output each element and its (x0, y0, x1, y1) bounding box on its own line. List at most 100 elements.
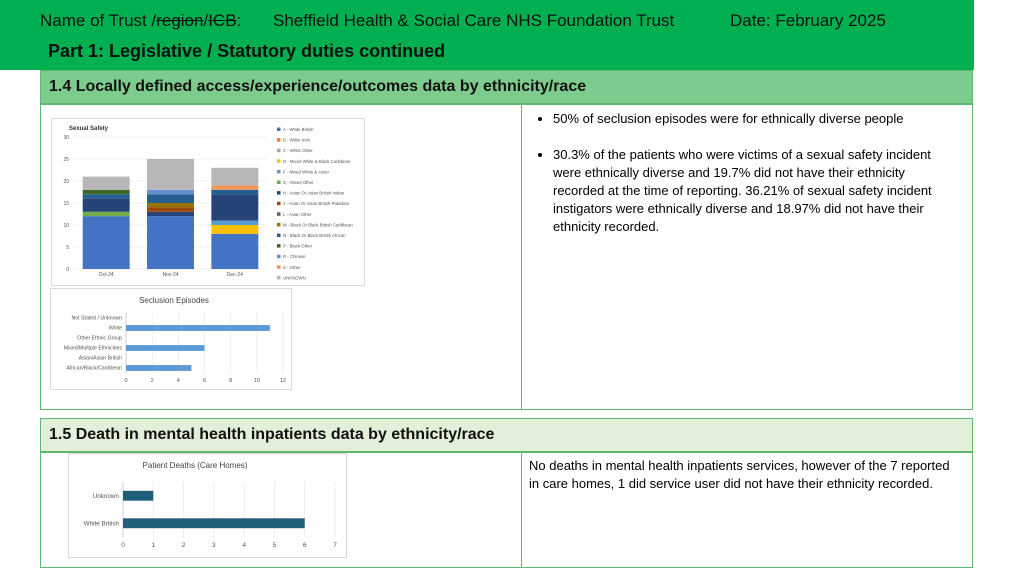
y-tick-label: 0 (66, 267, 69, 273)
organisation-name: Sheffield Health & Social Care NHS Found… (273, 11, 675, 30)
y-tick-label: 15 (63, 201, 69, 207)
x-tick-label: 4 (242, 542, 246, 549)
category-label: White British (84, 520, 120, 527)
bar (123, 490, 154, 501)
y-tick-label: 10 (63, 223, 69, 229)
trust-name-label: Name of Trust /region/ICB: (40, 11, 241, 31)
section-1-4-header: 1.4 Locally defined access/experience/ou… (40, 70, 973, 104)
legend-swatch (277, 180, 281, 184)
stacked-bar-segment (147, 189, 194, 195)
y-tick-label: 25 (63, 157, 69, 163)
stacked-bar-segment (147, 211, 194, 217)
legend-entry: C - White Other (283, 148, 313, 153)
stacked-bar-segment (82, 194, 130, 199)
stacked-bar-segment (211, 185, 259, 190)
legend-swatch (277, 127, 281, 131)
bar (126, 325, 270, 331)
part-title: Part 1: Legislative / Statutory duties c… (48, 41, 446, 61)
x-tick-label: 1 (151, 542, 155, 549)
stacked-bar-segment (82, 211, 130, 217)
stacked-bar-segment (147, 216, 194, 269)
stacked-bar-segment (82, 198, 130, 212)
chart-title: Sexual Safety (69, 126, 109, 132)
section-1-5-header: 1.5 Death in mental health inpatients da… (40, 418, 973, 452)
legend-entry: G - Mixed Other (283, 180, 314, 185)
legend-entry: D - Mixed White & Black Caribbean (283, 159, 351, 164)
stacked-bar-segment (211, 225, 259, 234)
trust-name-colon: : (236, 11, 242, 30)
legend-entry: H - Asian Or Asian British Indian (283, 191, 345, 196)
x-tick-label: 2 (182, 542, 186, 549)
legend-swatch (277, 254, 281, 259)
stacked-bar-segment (211, 167, 259, 186)
legend-swatch (277, 159, 281, 163)
chart-title: Seclusion Episodes (139, 296, 209, 305)
stacked-bar-segment (147, 194, 194, 203)
stacked-bar-segment (82, 176, 130, 190)
stacked-bar-segment (211, 194, 259, 221)
stacked-bar-segment (211, 220, 259, 225)
legend-swatch (277, 222, 281, 227)
legend-swatch (277, 169, 281, 174)
legend-swatch (277, 275, 281, 280)
x-tick-label: Oct-24 (99, 272, 114, 278)
x-tick-label: Nov-24 (162, 272, 178, 278)
y-tick-label: 30 (63, 135, 69, 141)
x-tick-label: 0 (121, 542, 125, 549)
legend-entry: B - White Irish (283, 138, 311, 143)
category-label: African/Black/Caribbean (66, 366, 122, 372)
legend-swatch (277, 233, 281, 237)
x-tick-label: 10 (254, 378, 260, 384)
category-label: Other Ethnic Group (77, 336, 122, 342)
legend-swatch (277, 244, 281, 248)
patient-deaths-chart: Patient Deaths (Care Homes) 0 1 2 3 4 5 6 7 Unkno… (68, 453, 347, 558)
stacked-bar-segment (147, 207, 194, 212)
category-label: Unknown (93, 493, 120, 500)
stacked-bar-segment (211, 233, 259, 269)
x-tick-label: 12 (280, 378, 286, 384)
section-1-4-bullets: 50% of seclusion episodes were for ethni… (529, 110, 959, 254)
report-date: Date: February 2025 (730, 11, 886, 30)
x-tick-label: 3 (212, 542, 216, 549)
stacked-bar-segment (82, 189, 130, 195)
x-tick-label: 7 (333, 542, 337, 549)
legend-entry: M - Black Or Black British Caribbean (283, 222, 353, 227)
section-1-4-title: 1.4 Locally defined access/experience/ou… (49, 78, 587, 95)
sexual-safety-chart-svg: Sexual Safety 0 5 10 15 20 25 30 Oct-24 Nov-24 Dec… (63, 126, 353, 280)
legend-entry: A - White British (283, 127, 314, 132)
x-tick-label: 8 (229, 378, 232, 384)
x-tick-label: 6 (203, 378, 206, 384)
legend-entry: J - Asian Or Asian British Pakistani (283, 201, 349, 206)
legend-entry: F - Mixed White & Asian (283, 169, 329, 174)
seclusion-episodes-chart-svg: Seclusion Episodes 0 2 4 6 8 10 12 Not Stated / … (64, 296, 286, 384)
y-tick-label: 5 (66, 245, 69, 251)
legend-entry: P - Black Other (283, 244, 313, 249)
legend-entry: L - Asian Other (283, 212, 312, 217)
x-tick-label: Dec-24 (227, 272, 243, 278)
sexual-safety-chart: Sexual Safety 0 5 10 15 20 25 30 Oct-24 Nov-24 Dec… (51, 118, 365, 286)
chart-title: Patient Deaths (Care Homes) (143, 461, 248, 470)
legend-swatch (277, 212, 281, 216)
legend-entry: S - Other (283, 265, 301, 270)
category-label: Not Stated / Unknown (72, 316, 123, 322)
struck-region: region (156, 11, 204, 30)
stacked-bar-segment (147, 159, 194, 190)
legend-swatch (277, 201, 281, 206)
bullet-item: 50% of seclusion episodes were for ethni… (553, 110, 959, 128)
section-1-5-text: No deaths in mental health inpatients se… (529, 458, 950, 491)
legend-entry: UNKNOWN (283, 275, 306, 280)
legend-swatch (277, 138, 281, 142)
stacked-bar-segment (147, 203, 194, 208)
patient-deaths-chart-svg: Patient Deaths (Care Homes) 0 1 2 3 4 5 6 7 Unkno… (84, 461, 338, 549)
legend-swatch (277, 265, 281, 269)
category-label: Asian/Asian British (79, 356, 122, 362)
x-tick-label: 4 (177, 378, 180, 384)
x-tick-label: 0 (124, 378, 127, 384)
struck-icb: ICB (208, 11, 237, 30)
category-label: White (109, 326, 122, 332)
bar (123, 518, 305, 529)
x-tick-label: 2 (151, 378, 154, 384)
bullet-item: 30.3% of the patients who were victims o… (553, 146, 959, 236)
legend-entry: R - Chinese (283, 254, 306, 259)
bar (126, 345, 205, 351)
